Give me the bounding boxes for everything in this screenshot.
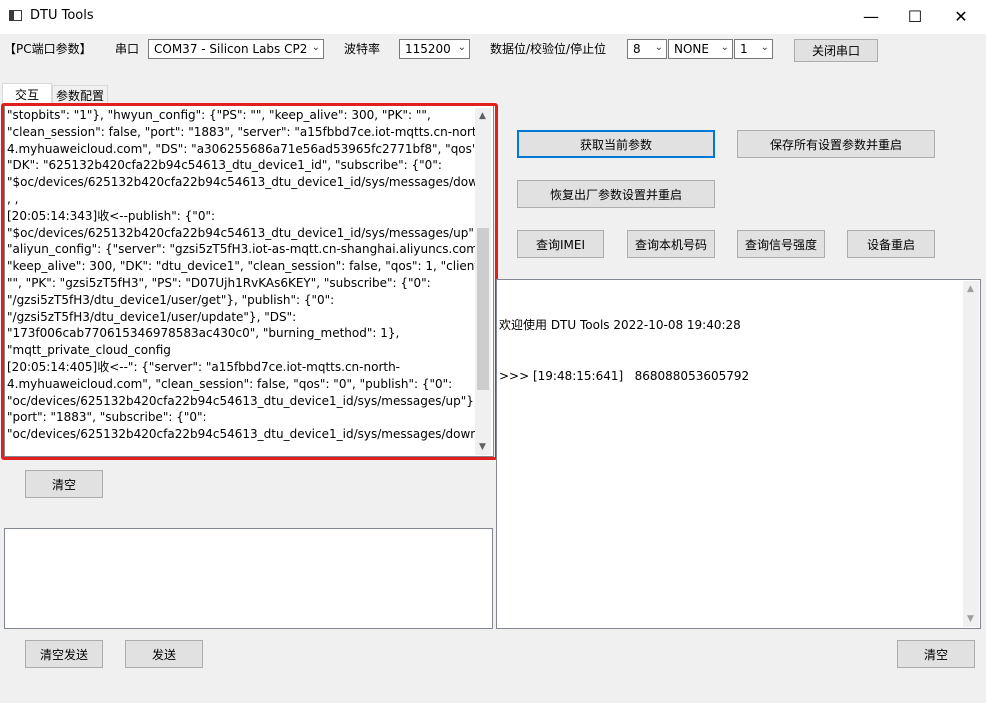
pc-port-section-label: 【PC端口参数】 bbox=[4, 42, 92, 56]
chevron-down-icon: ⌄ bbox=[760, 42, 769, 53]
clear-send-button[interactable]: 清空发送 bbox=[25, 640, 103, 668]
baud-label: 波特率 bbox=[344, 42, 381, 56]
scroll-up-icon[interactable]: ▲ bbox=[963, 284, 978, 294]
send-button[interactable]: 发送 bbox=[125, 640, 203, 668]
clear-info-button[interactable]: 清空 bbox=[897, 640, 975, 668]
info-log-scrollbar[interactable]: ▲ ▼ bbox=[963, 281, 979, 627]
port-select-value: COM37 - Silicon Labs CP2 bbox=[154, 42, 308, 56]
query-signal-button[interactable]: 查询信号强度 bbox=[737, 230, 825, 258]
info-log-line: >>> [19:48:15:641] 868088053605792 bbox=[499, 369, 750, 383]
query-number-button[interactable]: 查询本机号码 bbox=[627, 230, 715, 258]
chevron-down-icon: ⌄ bbox=[457, 42, 466, 53]
baud-select-value: 115200 bbox=[405, 42, 451, 56]
minimize-button[interactable]: — bbox=[848, 0, 894, 32]
chevron-down-icon: ⌄ bbox=[311, 42, 320, 53]
stopbits-select-value: 1 bbox=[740, 42, 748, 56]
chevron-down-icon: ⌄ bbox=[654, 42, 663, 53]
info-log-line: 欢迎使用 DTU Tools 2022-10-08 19:40:28 bbox=[499, 318, 741, 332]
chevron-down-icon: ⌄ bbox=[720, 42, 729, 53]
title-bar bbox=[0, 0, 986, 34]
tab-param-config[interactable]: 参数配置 bbox=[52, 85, 108, 105]
baud-select[interactable]: 115200 ⌄ bbox=[399, 39, 470, 59]
device-restart-button[interactable]: 设备重启 bbox=[847, 230, 935, 258]
data-format-label: 数据位/校验位/停止位 bbox=[490, 42, 607, 56]
clear-receive-button[interactable]: 清空 bbox=[25, 470, 103, 498]
factory-reset-button[interactable]: 恢复出厂参数设置并重启 bbox=[517, 180, 715, 208]
databits-select[interactable]: 8 ⌄ bbox=[627, 39, 667, 59]
send-input[interactable] bbox=[4, 528, 493, 629]
save-restart-button[interactable]: 保存所有设置参数并重启 bbox=[737, 130, 935, 158]
parity-select[interactable]: NONE ⌄ bbox=[668, 39, 733, 59]
close-button[interactable]: ✕ bbox=[938, 0, 984, 32]
tab-interaction[interactable]: 交互 bbox=[2, 83, 52, 105]
close-port-button[interactable]: 关闭串口 bbox=[794, 39, 878, 62]
get-params-button[interactable]: 获取当前参数 bbox=[517, 130, 715, 158]
query-imei-button[interactable]: 查询IMEI bbox=[517, 230, 604, 258]
highlight-box bbox=[1, 103, 498, 460]
info-log-text: 欢迎使用 DTU Tools 2022-10-08 19:40:28 >>> [… bbox=[499, 283, 959, 402]
port-label: 串口 bbox=[115, 42, 140, 56]
parity-select-value: NONE bbox=[674, 42, 709, 56]
app-icon bbox=[9, 10, 22, 21]
maximize-button[interactable]: ☐ bbox=[892, 0, 938, 32]
databits-select-value: 8 bbox=[633, 42, 641, 56]
scroll-down-icon[interactable]: ▼ bbox=[963, 614, 978, 624]
window-title: DTU Tools bbox=[30, 8, 94, 23]
stopbits-select[interactable]: 1 ⌄ bbox=[734, 39, 773, 59]
port-select[interactable]: COM37 - Silicon Labs CP2 ⌄ bbox=[148, 39, 324, 59]
